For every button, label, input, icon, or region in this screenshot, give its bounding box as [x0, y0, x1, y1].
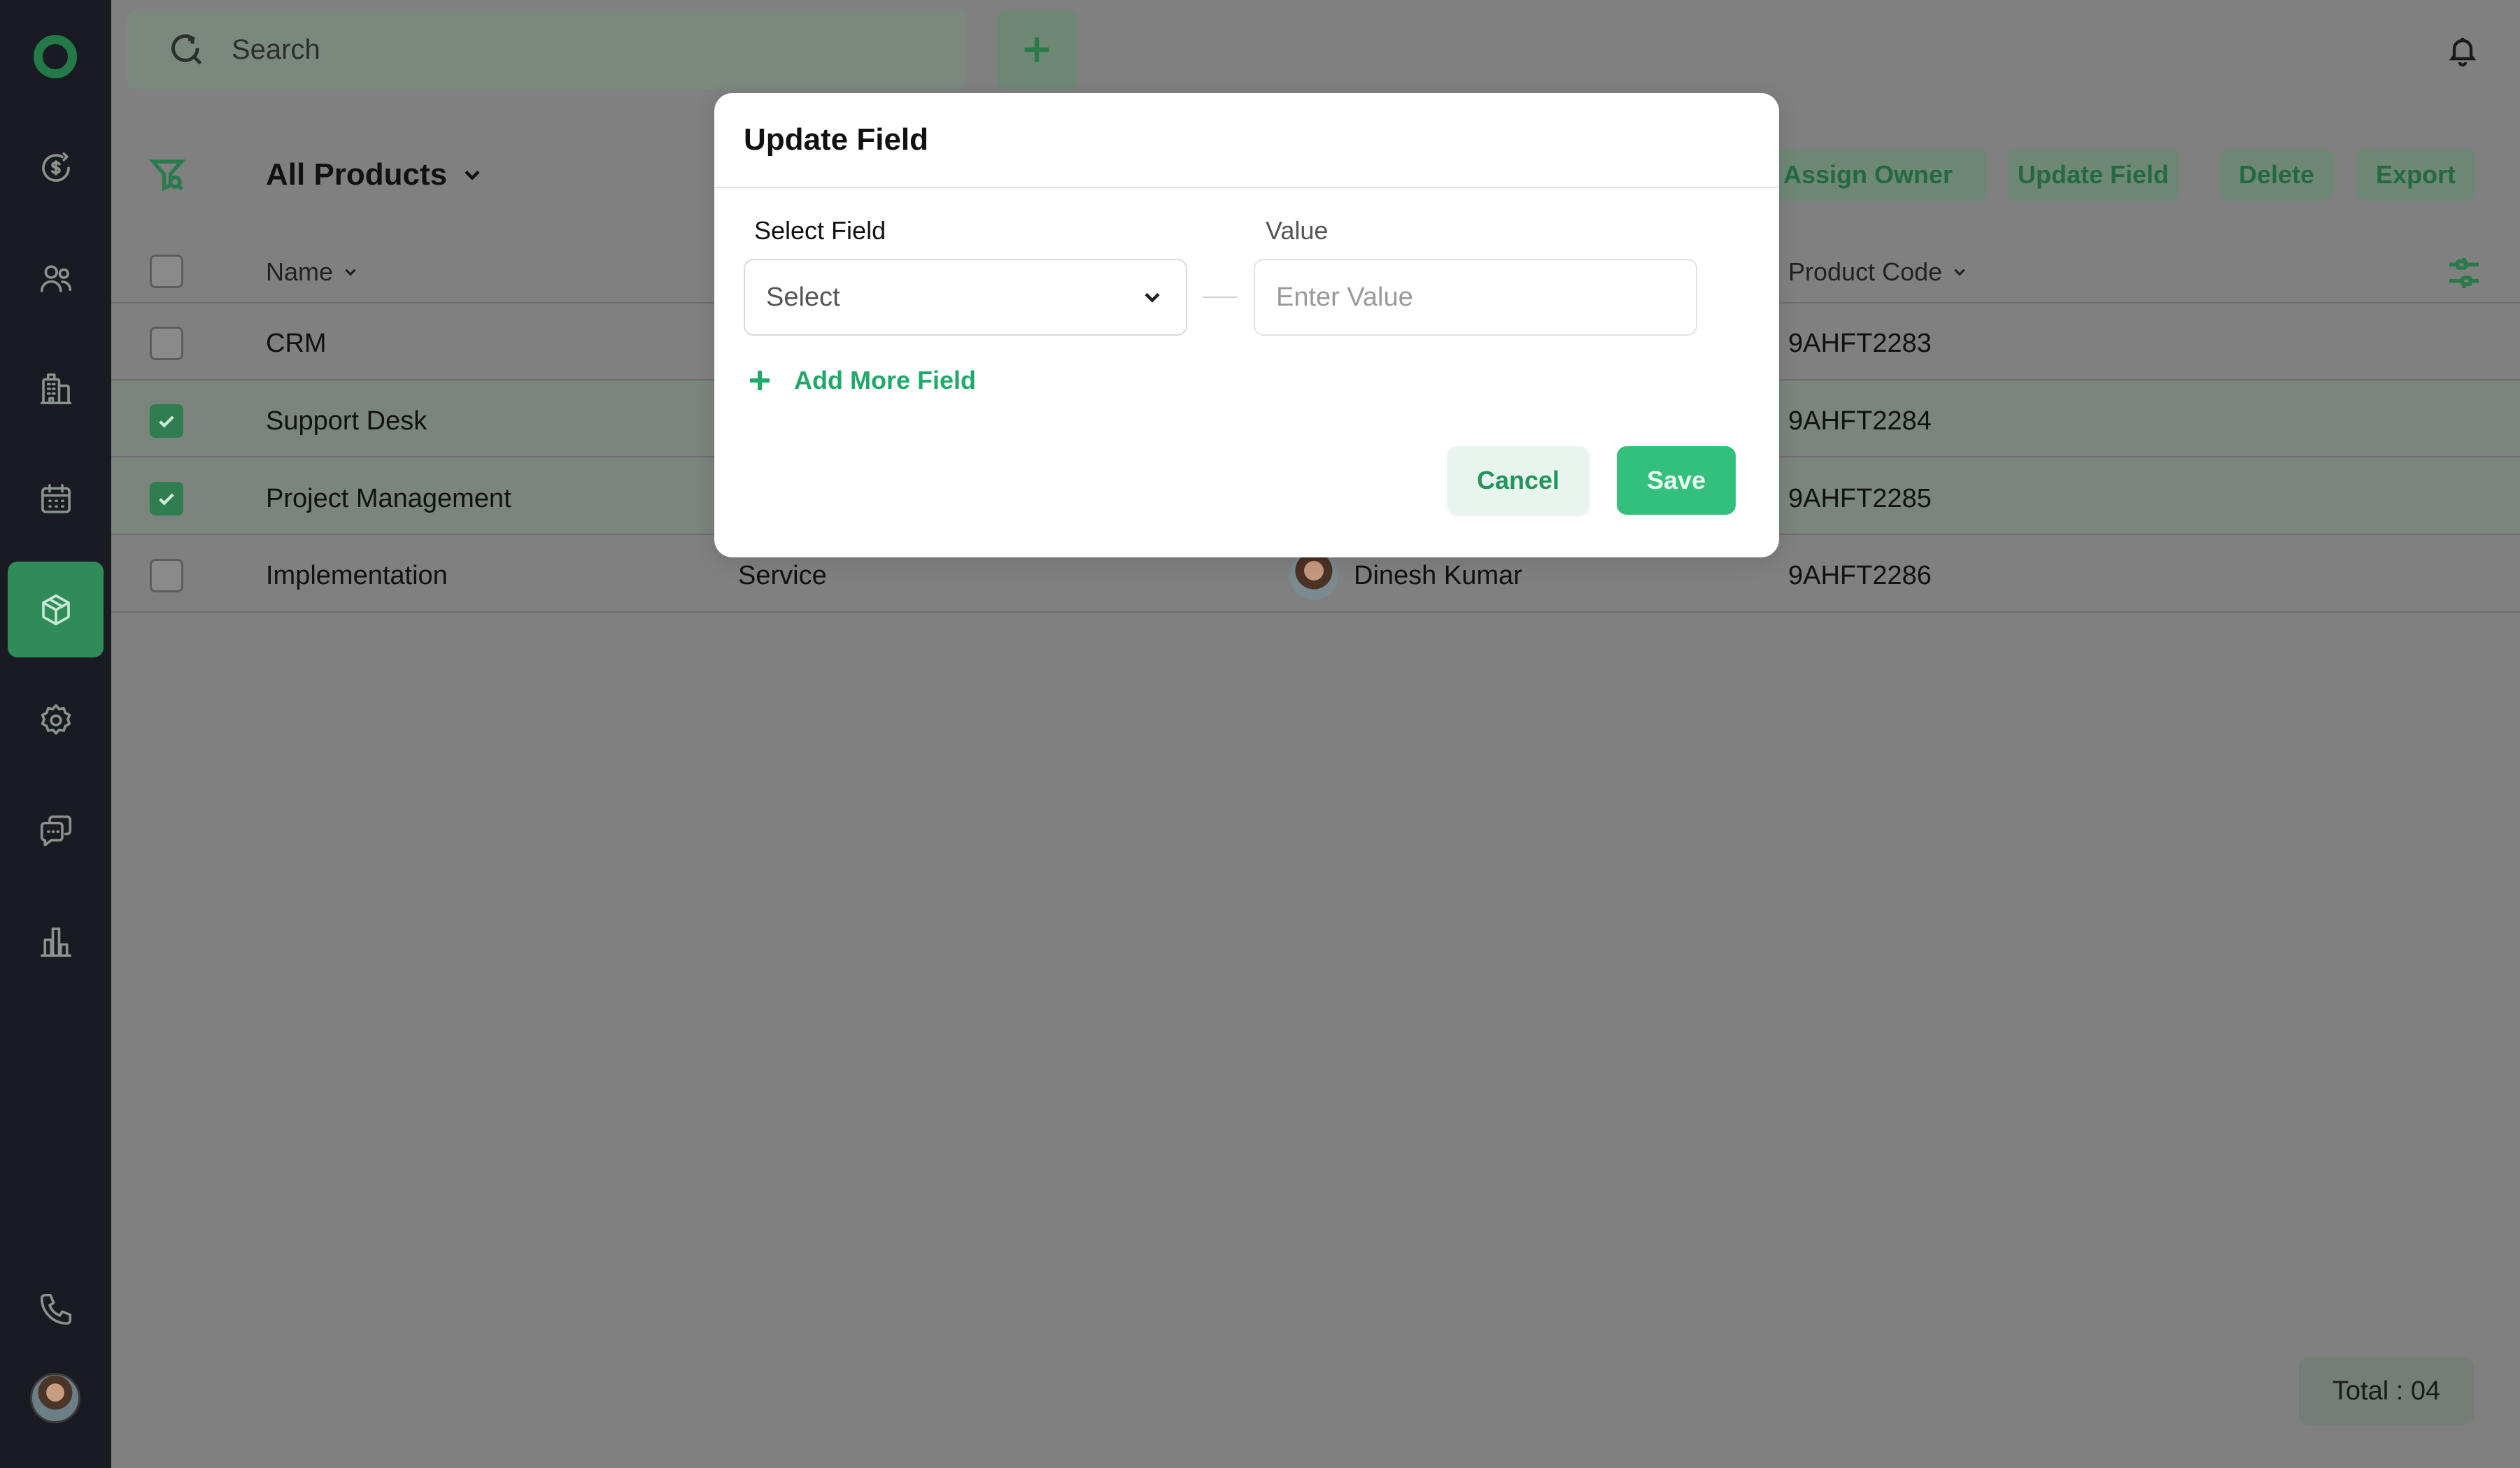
notifications-button[interactable] [2446, 34, 2479, 71]
chevron-down-icon [465, 170, 480, 180]
settings-icon[interactable] [8, 672, 104, 768]
calendar-icon[interactable] [8, 451, 104, 547]
row-checkbox[interactable] [150, 327, 183, 360]
assign-owner-button[interactable]: Assign Owner [1749, 149, 1987, 201]
row-checkbox[interactable] [150, 559, 183, 592]
filter-icon [148, 159, 186, 192]
search-icon [171, 34, 202, 65]
chevron-down-icon [345, 269, 356, 276]
add-more-field-button[interactable]: Add More Field [745, 366, 976, 395]
plus-icon [750, 371, 770, 390]
products-icon[interactable] [8, 562, 104, 657]
chat-icon[interactable] [8, 783, 104, 878]
check-icon [159, 415, 174, 428]
sliders-icon [2449, 258, 2479, 289]
update-field-modal: Update Field Select Field Value Select A… [714, 93, 1779, 557]
chevron-down-icon [1145, 292, 1160, 303]
check-icon [159, 493, 174, 506]
row-name: Project Management [266, 484, 511, 513]
column-header-product-code[interactable]: Product Code [1788, 257, 1969, 287]
sidebar [0, 0, 111, 1468]
plus-icon [1024, 37, 1049, 62]
update-field-button[interactable]: Update Field [2007, 149, 2179, 201]
select-field-label: Select Field [754, 216, 886, 245]
chevron-down-icon [1954, 269, 1965, 276]
cancel-button[interactable]: Cancel [1447, 446, 1589, 515]
row-product-code: 9AHFT2284 [1788, 406, 1932, 436]
contacts-icon[interactable] [8, 230, 104, 326]
view-selector[interactable]: All Products [266, 157, 485, 192]
row-owner: Dinesh Kumar [1354, 561, 1522, 590]
row-type: Service [738, 561, 827, 590]
select-field-value: Select [766, 282, 840, 312]
select-all-checkbox[interactable] [150, 255, 183, 288]
search-placeholder: Search [232, 34, 320, 65]
column-settings-button[interactable] [2444, 253, 2484, 296]
user-avatar[interactable] [30, 1373, 80, 1423]
deals-icon[interactable] [8, 120, 104, 215]
row-product-code: 9AHFT2285 [1788, 484, 1932, 513]
column-header-name[interactable]: Name [266, 257, 360, 287]
search-bar[interactable]: Search [127, 10, 966, 90]
view-title: All Products [266, 157, 448, 192]
reports-icon[interactable] [8, 893, 104, 989]
total-count: Total : 04 [2299, 1357, 2474, 1425]
row-product-code: 9AHFT2286 [1788, 561, 1932, 590]
phone-icon[interactable] [8, 1261, 104, 1357]
row-name: CRM [266, 329, 327, 358]
bell-icon [2449, 38, 2477, 67]
app-logo[interactable] [34, 35, 77, 78]
export-button[interactable]: Export [2356, 149, 2475, 201]
owner-avatar [1289, 551, 1338, 600]
field-separator [1203, 297, 1238, 298]
delete-button[interactable]: Delete [2220, 149, 2333, 201]
modal-title: Update Field [744, 122, 929, 157]
save-button[interactable]: Save [1617, 446, 1736, 515]
row-checkbox[interactable] [150, 482, 183, 515]
filter-button[interactable] [148, 155, 186, 197]
row-name: Implementation [266, 561, 448, 590]
add-button[interactable] [997, 10, 1077, 90]
value-label: Value [1266, 216, 1329, 245]
value-input[interactable] [1254, 259, 1697, 336]
row-product-code: 9AHFT2283 [1788, 329, 1932, 358]
row-checkbox[interactable] [150, 404, 183, 438]
row-name: Support Desk [266, 406, 427, 436]
modal-divider [714, 187, 1779, 188]
companies-icon[interactable] [8, 341, 104, 436]
select-field-dropdown[interactable]: Select [744, 259, 1187, 336]
